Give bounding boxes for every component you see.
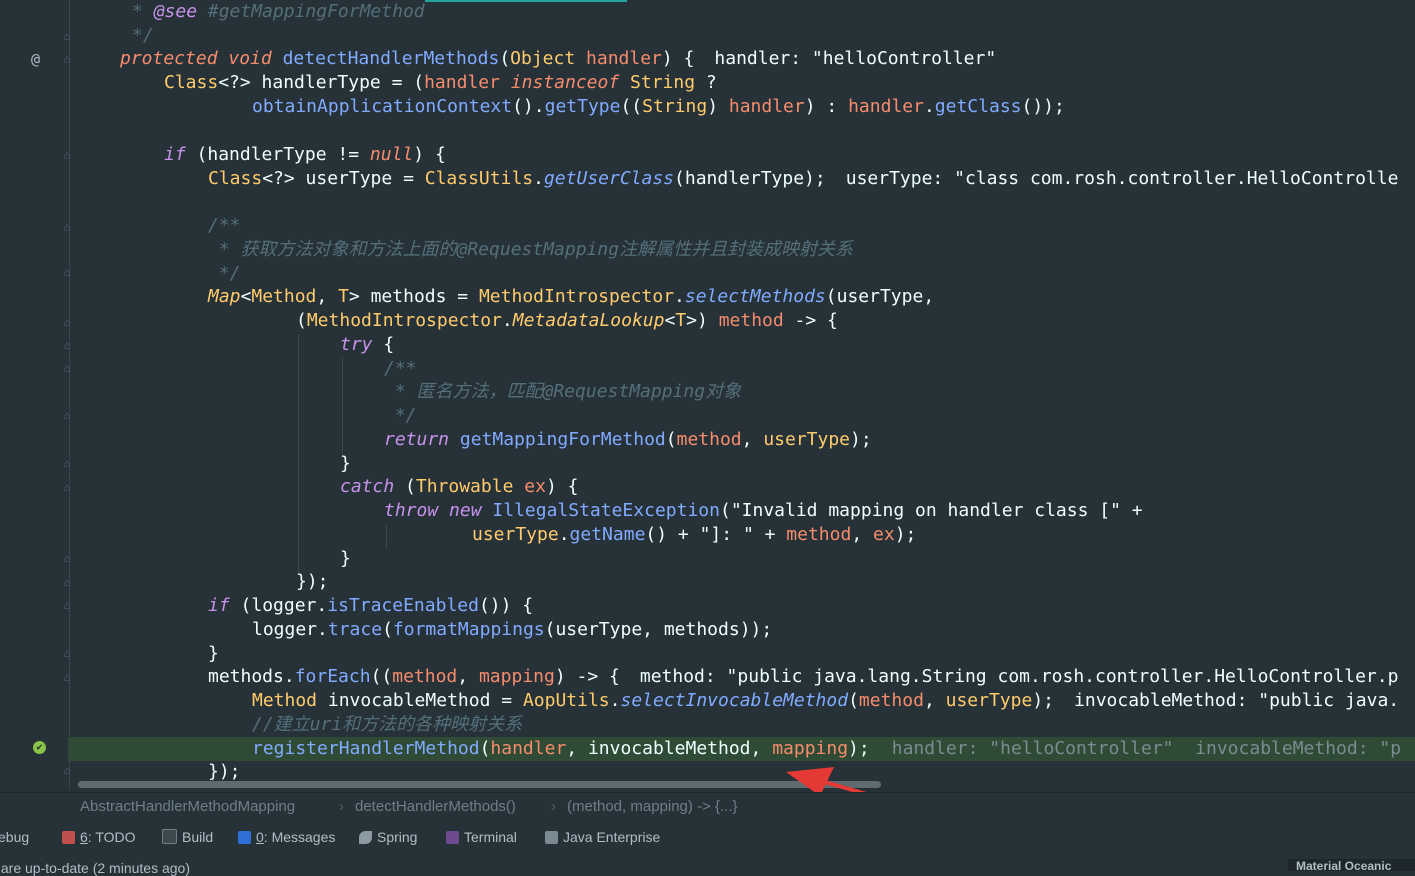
status-message[interactable]: s are up-to-date (2 minutes ago) — [0, 860, 190, 876]
spring-icon — [359, 831, 372, 844]
messages-icon — [238, 831, 251, 844]
tool-build[interactable]: Build — [162, 829, 213, 845]
tool-window-bar: ebug 6: TODO Build 0: Messages Spring Te… — [0, 820, 1415, 854]
annotation-arrow — [786, 767, 975, 827]
breadcrumb-separator: › — [339, 798, 344, 815]
breadcrumb: AbstractHandlerMethodMapping › detectHan… — [0, 792, 1415, 821]
status-bar: s are up-to-date (2 minutes ago) — [0, 854, 1415, 876]
build-icon — [162, 829, 177, 844]
tool-terminal[interactable]: Terminal — [446, 829, 517, 845]
breadcrumb-lambda[interactable]: (method, mapping) -> {...} — [567, 798, 738, 815]
tool-messages[interactable]: 0: Messages — [238, 829, 335, 845]
breadcrumb-class[interactable]: AbstractHandlerMethodMapping — [80, 798, 295, 815]
todo-icon — [62, 831, 75, 844]
terminal-icon — [446, 831, 459, 844]
breadcrumb-method[interactable]: detectHandlerMethods() — [355, 798, 516, 815]
theme-badge[interactable]: Material Oceanic — [1288, 859, 1415, 871]
tool-spring[interactable]: Spring — [359, 829, 417, 845]
breadcrumb-separator: › — [551, 798, 556, 815]
tool-debug[interactable]: ebug — [0, 829, 29, 845]
tool-todo[interactable]: 6: TODO — [62, 829, 136, 845]
tool-java-enterprise[interactable]: Java Enterprise — [545, 829, 660, 845]
java-enterprise-icon — [545, 831, 558, 844]
